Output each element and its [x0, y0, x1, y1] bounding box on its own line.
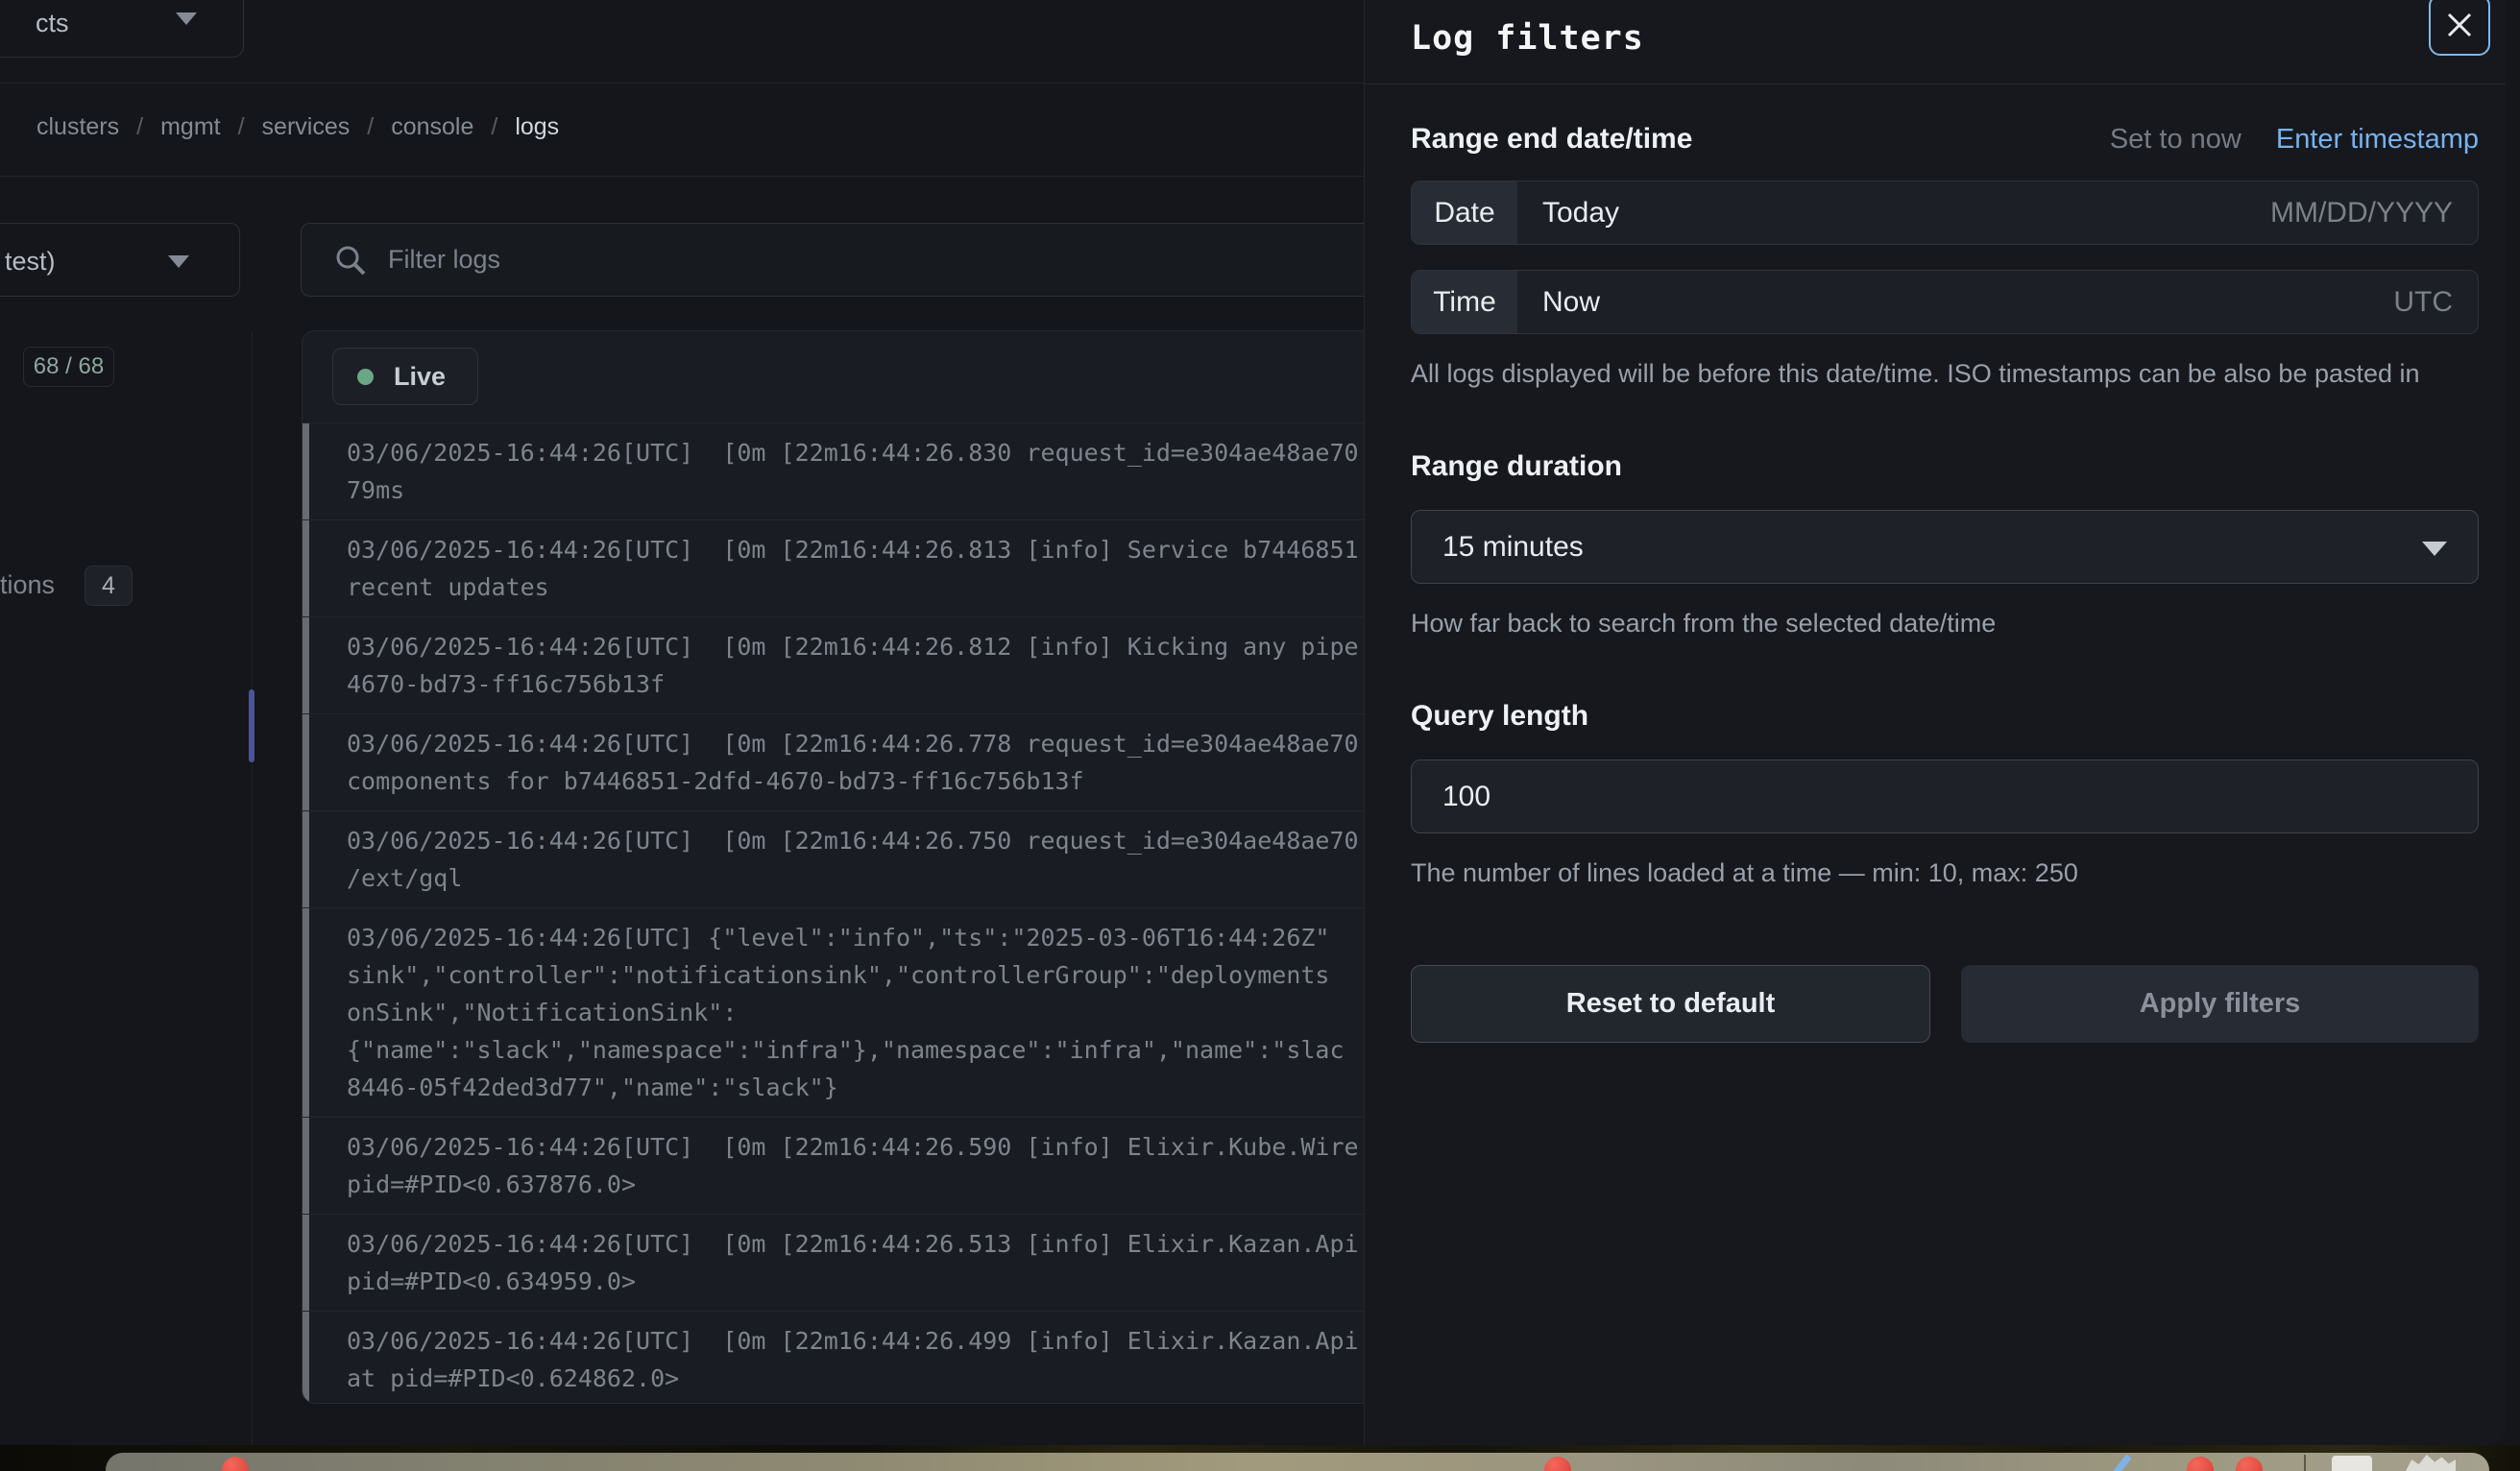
breadcrumb-item[interactable]: clusters [36, 113, 119, 140]
sidebar-item-label[interactable]: tions [0, 570, 55, 600]
log-panel: Live 03/06/2025-16:44:26[UTC] [0m [22m16… [302, 330, 1441, 1404]
date-label: Date [1412, 181, 1517, 244]
log-filters-drawer: Log filters Range end date/time Set to n… [1364, 0, 2506, 1445]
macos-dock[interactable] [106, 1453, 2489, 1471]
set-to-now-button[interactable]: Set to now [2110, 124, 2241, 156]
log-row[interactable]: 03/06/2025-16:44:26[UTC] [0m [22m16:44:2… [303, 422, 1440, 519]
status-badge: 68 / 68 [23, 347, 114, 387]
breadcrumb: clusters / mgmt / services / console / logs [36, 113, 559, 141]
log-panel-header: Live [303, 331, 1440, 422]
time-label: Time [1412, 271, 1517, 333]
log-line: components for b7446851-2dfd-4670-bd73-f… [347, 762, 1440, 800]
log-line: 03/06/2025-16:44:26[UTC] [0m [22m16:44:2… [347, 822, 1440, 859]
live-toggle-button[interactable]: Live [332, 348, 478, 405]
log-row[interactable]: 03/06/2025-16:44:26[UTC] [0m [22m16:44:2… [303, 1117, 1440, 1214]
log-line: 03/06/2025-16:44:26[UTC] [0m [22m16:44:2… [347, 434, 1440, 471]
search-icon [334, 244, 367, 277]
dock-document-icon [2332, 1456, 2372, 1471]
log-filter-searchbox[interactable] [301, 223, 1441, 297]
breadcrumb-item[interactable]: logs [515, 113, 559, 140]
log-line: 03/06/2025-16:44:26[UTC] [0m [22m16:44:2… [347, 725, 1440, 762]
range-end-helper: All logs displayed will be before this d… [1411, 359, 2479, 389]
log-line: recent updates [347, 568, 1440, 606]
log-line: 4670-bd73-ff16c756b13f [347, 665, 1440, 703]
query-length-helper: The number of lines loaded at a time — m… [1411, 858, 2479, 888]
log-line: pid=#PID<0.637876.0> [347, 1166, 1440, 1203]
live-status-dot-icon [357, 369, 374, 385]
apply-filters-button[interactable]: Apply filters [1961, 965, 2479, 1043]
time-timezone: UTC [2393, 286, 2453, 319]
log-line: 03/06/2025-16:44:26[UTC] {"level":"info"… [347, 919, 1440, 956]
project-dropdown-label: cts [36, 9, 69, 38]
breadcrumb-item[interactable]: services [262, 113, 351, 140]
date-value: Today [1542, 197, 1619, 229]
time-input[interactable]: Time Now UTC [1411, 270, 2479, 334]
log-list: 03/06/2025-16:44:26[UTC] [0m [22m16:44:2… [303, 422, 1440, 1404]
log-line: 03/06/2025-16:44:26[UTC] [0m [22m16:44:2… [347, 628, 1440, 665]
query-length-input[interactable] [1411, 760, 2479, 833]
breadcrumb-separator: / [491, 113, 497, 140]
date-placeholder: MM/DD/YYYY [2270, 197, 2453, 229]
breadcrumb-item[interactable]: mgmt [160, 113, 221, 140]
reset-to-default-button[interactable]: Reset to default [1411, 965, 1930, 1043]
log-line: sink","controller":"notificationsink","c… [347, 956, 1440, 994]
log-line: onSink","NotificationSink": [347, 994, 1440, 1031]
chevron-down-icon [176, 12, 197, 25]
cluster-dropdown[interactable]: test) [0, 223, 240, 297]
page-title: Log filters [1411, 19, 1644, 58]
breadcrumb-separator: / [238, 113, 245, 140]
range-duration-select[interactable]: 15 minutes [1411, 510, 2479, 584]
chevron-down-icon [2422, 542, 2447, 556]
breadcrumb-item[interactable]: console [391, 113, 473, 140]
cluster-dropdown-label: test) [5, 247, 56, 277]
range-duration-heading: Range duration [1411, 450, 1622, 483]
log-line: pid=#PID<0.634959.0> [347, 1263, 1440, 1300]
close-icon [2444, 10, 2475, 40]
drawer-header: Log filters [1365, 0, 2506, 84]
app-window: cts clusters/mgmt/services/console/logs … [0, 0, 2506, 1445]
log-row[interactable]: 03/06/2025-16:44:26[UTC] [0m [22m16:44:2… [303, 713, 1440, 810]
time-value: Now [1542, 286, 1600, 319]
log-line: 03/06/2025-16:44:26[UTC] [0m [22m16:44:2… [347, 531, 1440, 568]
query-length-heading: Query length [1411, 700, 1588, 733]
log-line: 03/06/2025-16:44:26[UTC] [0m [22m16:44:2… [347, 1225, 1440, 1263]
range-end-heading: Range end date/time [1411, 123, 1692, 156]
chevron-down-icon [168, 255, 189, 268]
range-duration-value: 15 minutes [1442, 531, 1584, 564]
sidebar-item-count-badge: 4 [85, 566, 133, 606]
close-button[interactable] [2429, 0, 2490, 56]
enter-timestamp-link[interactable]: Enter timestamp [2276, 124, 2479, 156]
log-line: 8446-05f42ded3d77","name":"slack"} [347, 1069, 1440, 1106]
log-line: 03/06/2025-16:44:26[UTC] [0m [22m16:44:2… [347, 1128, 1440, 1166]
date-input[interactable]: Date Today MM/DD/YYYY [1411, 181, 2479, 245]
search-input[interactable] [388, 224, 1348, 296]
breadcrumb-separator: / [367, 113, 374, 140]
range-duration-helper: How far back to search from the selected… [1411, 609, 2479, 639]
log-line: 03/06/2025-16:44:26[UTC] [0m [22m16:44:2… [347, 1322, 1440, 1360]
log-row[interactable]: 03/06/2025-16:44:26[UTC] [0m [22m16:44:2… [303, 1214, 1440, 1311]
scrollbar-thumb[interactable] [249, 689, 254, 762]
log-row[interactable]: 03/06/2025-16:44:26[UTC] {"level":"info"… [303, 907, 1440, 1117]
log-row[interactable]: 03/06/2025-16:44:26[UTC] [0m [22m16:44:2… [303, 810, 1440, 907]
log-line: {"name":"slack","namespace":"infra"},"na… [347, 1031, 1440, 1069]
live-label: Live [394, 362, 446, 392]
sidebar-divider [252, 331, 253, 1445]
project-dropdown[interactable]: cts [0, 0, 244, 58]
breadcrumb-separator: / [136, 113, 143, 140]
log-line: /ext/gql [347, 859, 1440, 897]
log-line: 79ms [347, 471, 1440, 509]
log-line: at pid=#PID<0.624862.0> [347, 1360, 1440, 1397]
log-row[interactable]: 03/06/2025-16:44:26[UTC] [0m [22m16:44:2… [303, 616, 1440, 713]
log-row[interactable]: 03/06/2025-16:44:26[UTC] [0m [22m16:44:2… [303, 519, 1440, 616]
log-row[interactable]: 03/06/2025-16:44:26[UTC] [0m [22m16:44:2… [303, 1311, 1440, 1404]
dock-separator [2304, 1455, 2306, 1471]
